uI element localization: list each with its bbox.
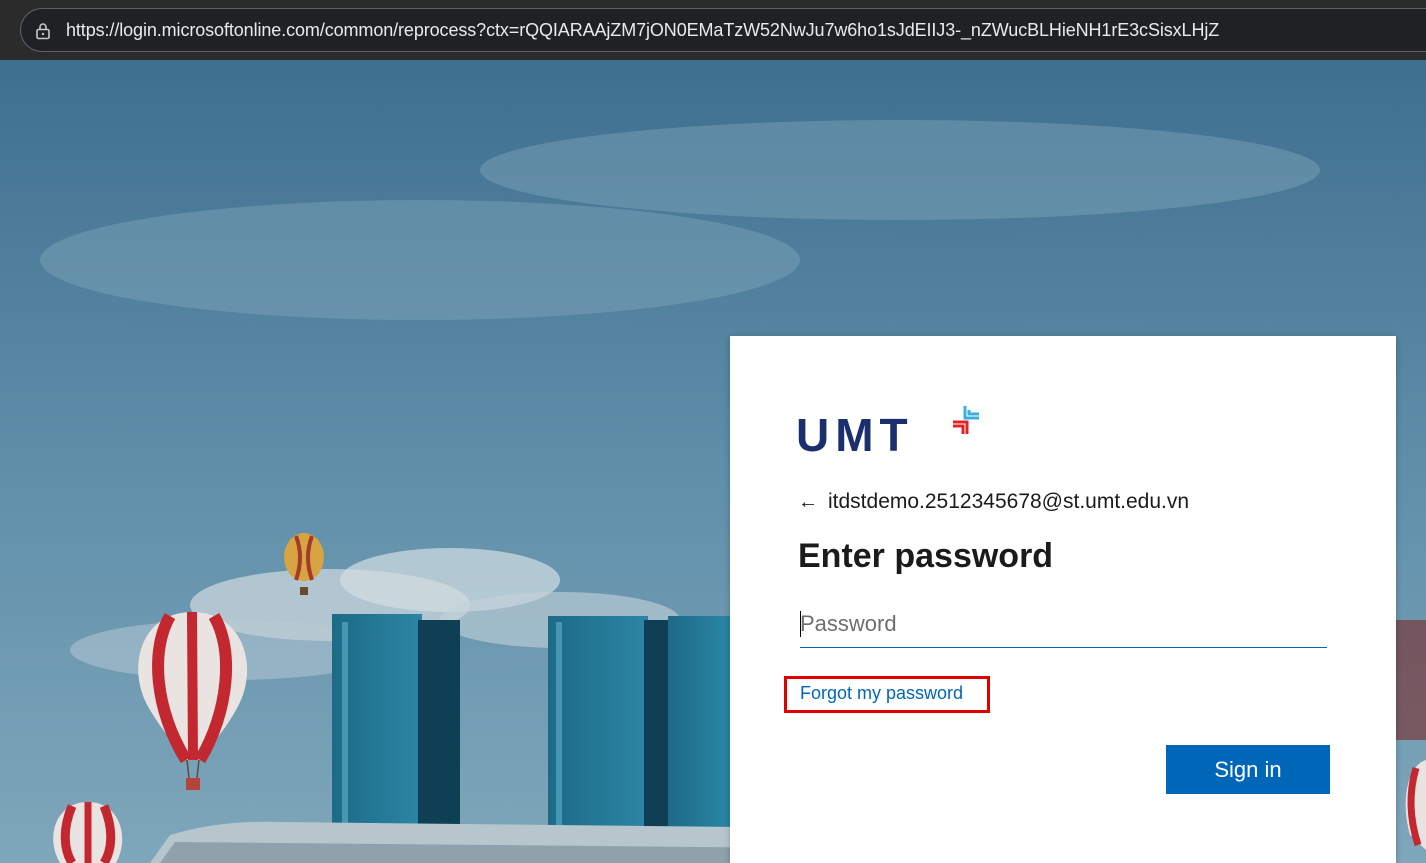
sign-in-button[interactable]: Sign in — [1166, 745, 1330, 794]
umt-logo: UMT — [796, 404, 996, 464]
identity-email: itdstdemo.2512345678@st.umt.edu.vn — [828, 490, 1190, 513]
forgot-password-link[interactable]: Forgot my password — [800, 681, 963, 705]
signin-card: UMT ← itdstdemo.2512345678@st.umt.edu.vn… — [730, 336, 1396, 863]
text-caret — [800, 611, 801, 637]
back-identity-button[interactable]: ← itdstdemo.2512345678@st.umt.edu.vn — [798, 488, 1189, 516]
back-arrow-icon[interactable]: ← — [798, 491, 820, 514]
url-text[interactable]: https://login.microsoftonline.com/common… — [66, 18, 1422, 42]
page-title: Enter password — [798, 537, 1054, 575]
browser-toolbar: https://login.microsoftonline.com/common… — [0, 0, 1426, 60]
logo-text: UMT — [796, 409, 914, 461]
lock-icon[interactable] — [34, 22, 52, 40]
password-field[interactable] — [800, 604, 1327, 648]
logo-mark-icon — [953, 406, 979, 434]
